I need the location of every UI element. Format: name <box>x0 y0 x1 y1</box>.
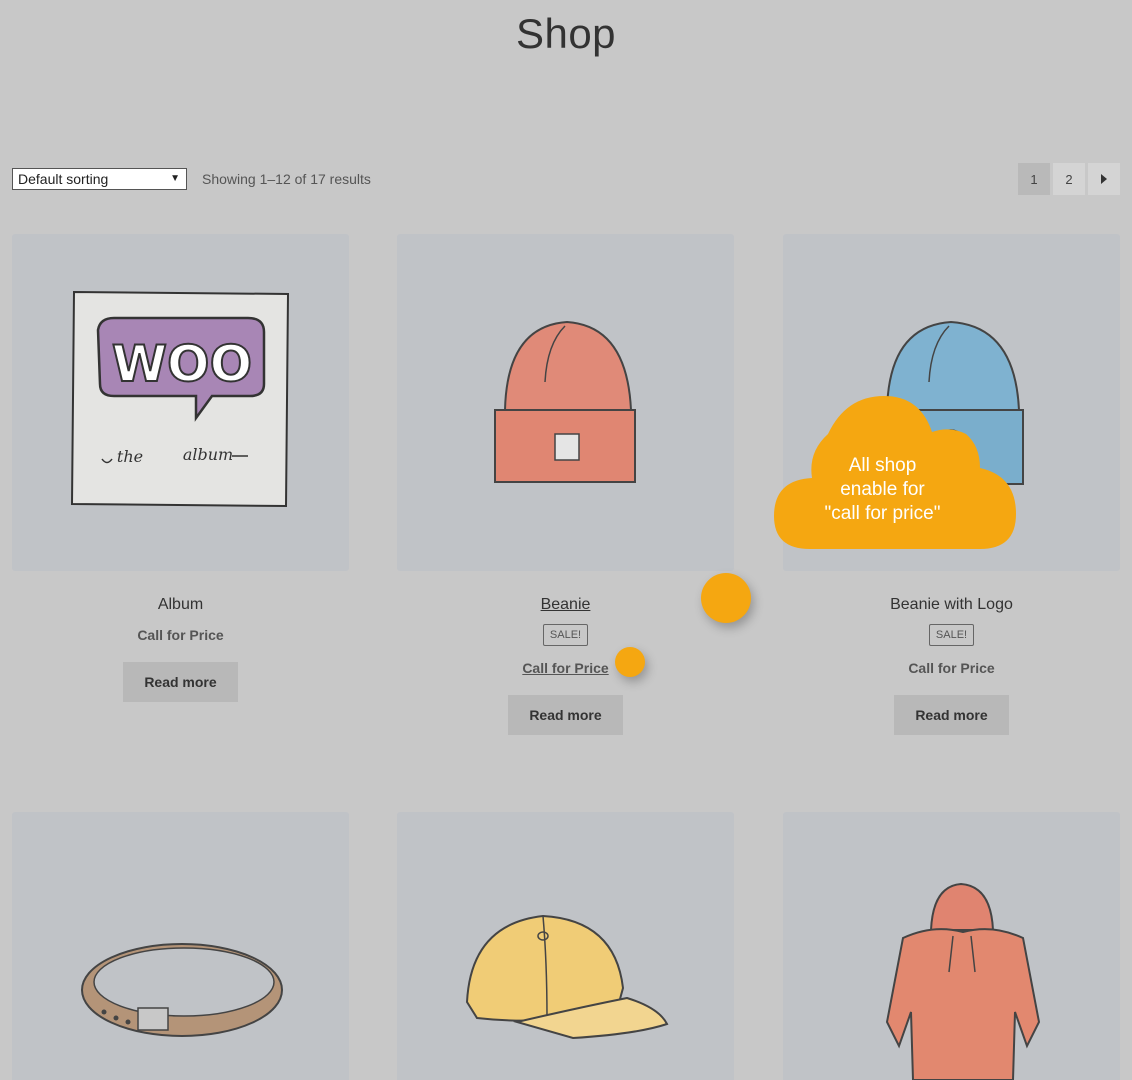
annotation-dot-large <box>701 573 751 623</box>
chevron-down-icon: ▼ <box>170 173 180 184</box>
beanie-icon <box>494 320 636 483</box>
next-page-button[interactable] <box>1088 163 1120 195</box>
product-beanie: Beanie SALE! Call for Price Read more <box>397 596 734 735</box>
sale-badge-beanie-with-logo: SALE! <box>928 624 975 646</box>
annotation-dot-small <box>615 647 645 677</box>
callout-line-3: "call for price" <box>824 503 941 524</box>
product-image-cap[interactable] <box>397 812 734 1080</box>
product-image-beanie[interactable] <box>397 234 734 571</box>
read-more-button-beanie[interactable]: Read more <box>508 695 623 735</box>
cap-icon <box>465 914 669 1040</box>
product-title-beanie[interactable]: Beanie <box>397 596 734 614</box>
callout-line-1: All shop <box>848 455 917 476</box>
hoodie-icon <box>885 882 1041 1080</box>
product-price-album: Call for Price <box>137 627 224 643</box>
caret-right-icon <box>1101 174 1107 184</box>
callout-line-2: enable for <box>840 479 925 500</box>
product-album: Album Call for Price Read more <box>12 596 349 702</box>
callout-text: All shop enable for "call for price" <box>795 454 970 526</box>
product-image-hoodie[interactable] <box>783 812 1120 1080</box>
product-image-belt[interactable] <box>12 812 349 1080</box>
page-title: Shop <box>515 10 617 57</box>
album-logo-text: WOO <box>112 335 252 393</box>
result-count: Showing 1–12 of 17 results <box>202 171 371 187</box>
sale-badge-beanie: SALE! <box>542 624 589 646</box>
pagination: 1 2 <box>1018 163 1120 195</box>
read-more-button-beanie-with-logo[interactable]: Read more <box>894 695 1009 735</box>
product-beanie-with-logo: Beanie with Logo SALE! Call for Price Re… <box>783 596 1120 735</box>
page-2-link[interactable]: 2 <box>1053 163 1085 195</box>
sorting-selected-value: Default sorting <box>18 171 109 187</box>
product-price-beanie[interactable]: Call for Price <box>397 660 734 676</box>
belt-icon <box>81 943 283 1037</box>
album-icon: WOO the album <box>70 290 290 508</box>
page-1-link[interactable]: 1 <box>1018 163 1050 195</box>
product-image-album[interactable]: WOO the album <box>12 234 349 571</box>
read-more-button-album[interactable]: Read more <box>123 662 238 702</box>
product-price-beanie-with-logo: Call for Price <box>908 660 995 676</box>
product-title-album[interactable]: Album <box>12 596 349 614</box>
product-title-beanie-with-logo[interactable]: Beanie with Logo <box>783 596 1120 614</box>
sorting-select[interactable]: Default sorting ▼ <box>12 168 187 190</box>
album-art-subtitle-right: album <box>183 445 233 464</box>
album-art-subtitle-left: the <box>117 447 143 466</box>
